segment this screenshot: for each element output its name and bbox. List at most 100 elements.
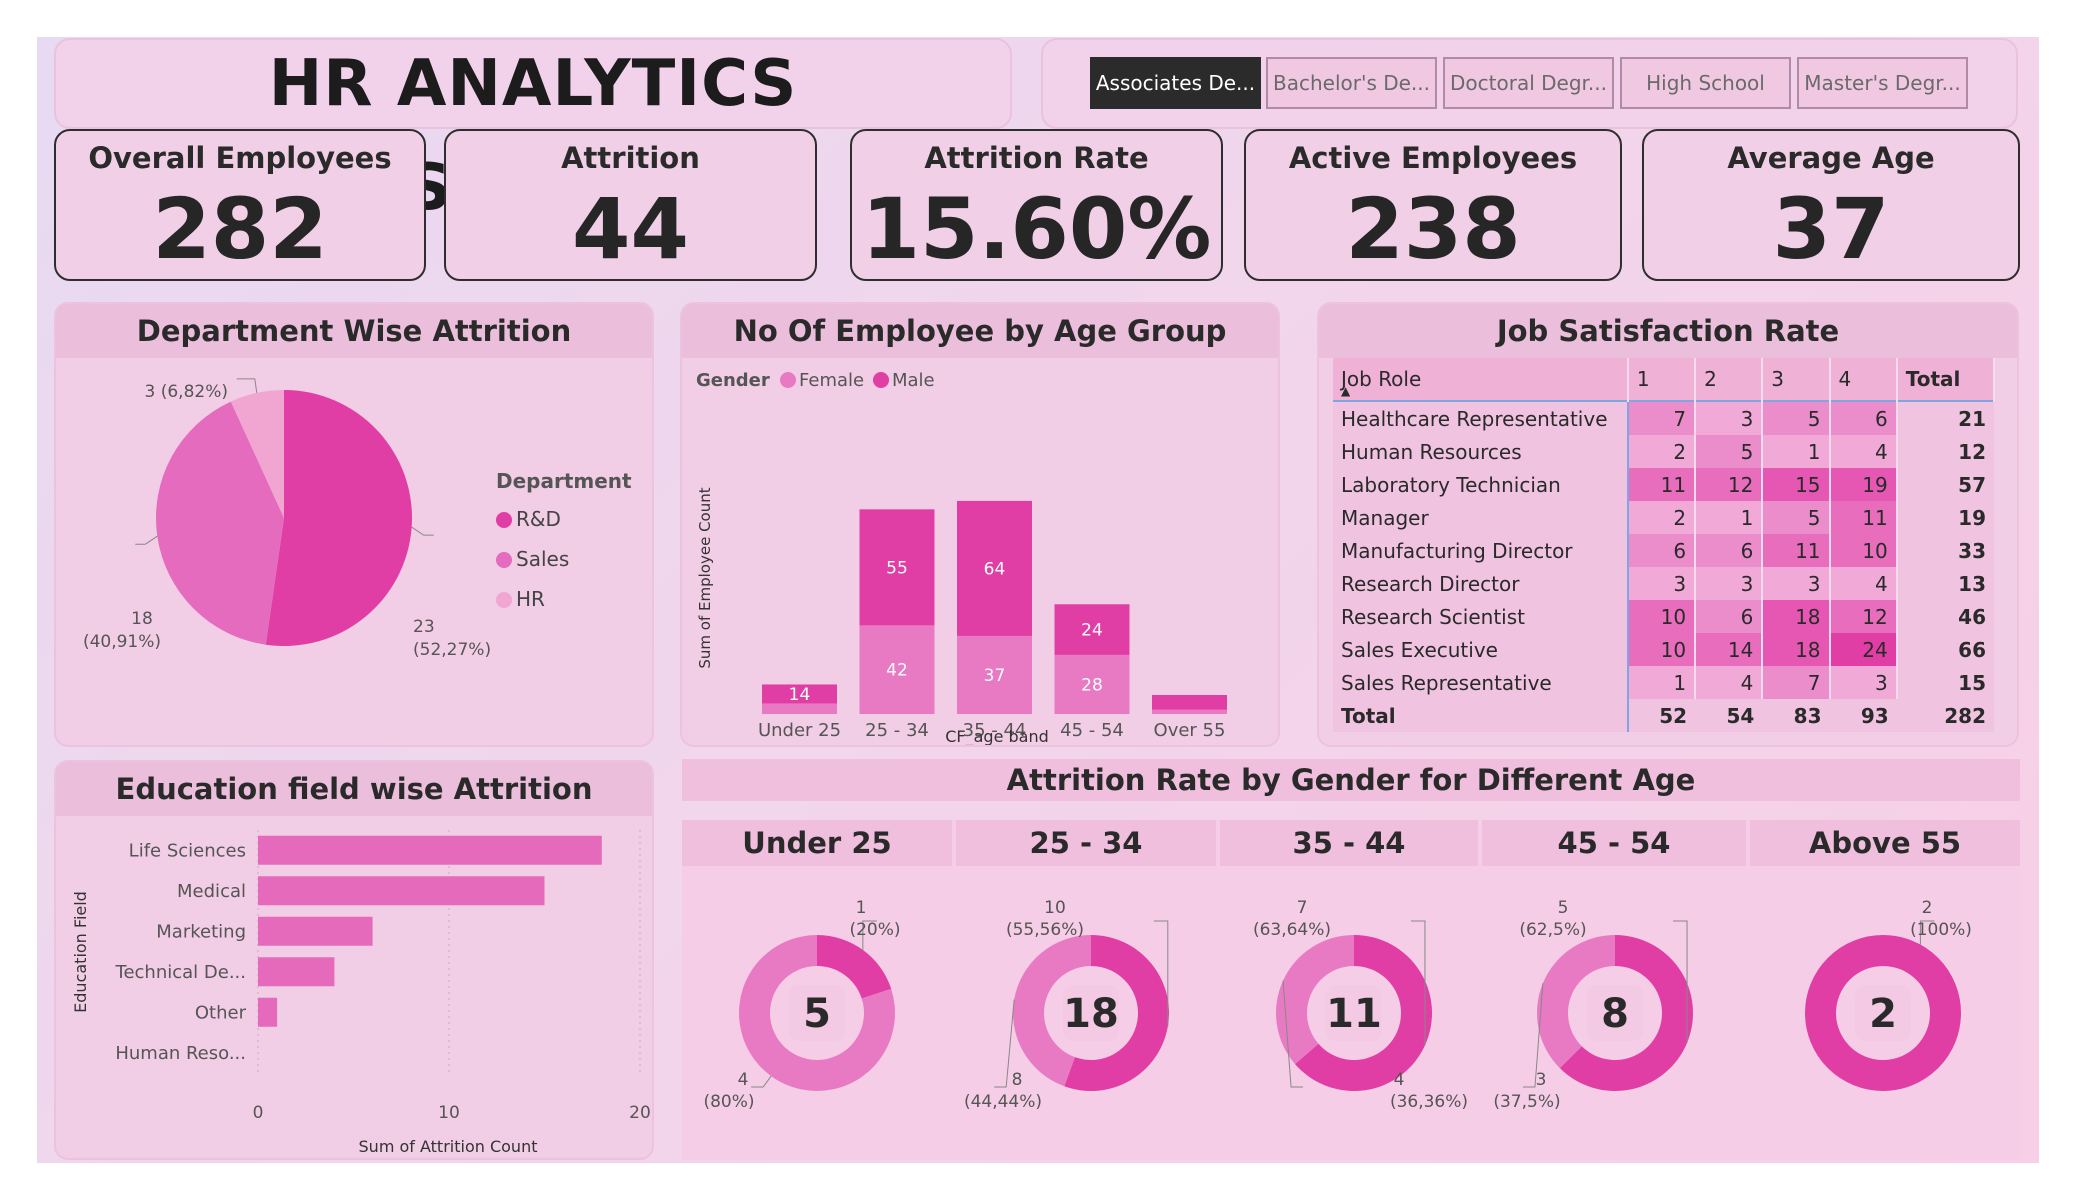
education-slicer: Associates De... Bachelor's De... Doctor… (1041, 38, 2018, 129)
legend-item-female[interactable]: Female (799, 370, 864, 391)
slicer-option-associates[interactable]: Associates De... (1090, 57, 1261, 109)
pie-slice-rd[interactable] (265, 390, 412, 646)
pie-data-label: 3 (6,82%) (145, 382, 229, 402)
satisfaction-cell: 6 (1695, 600, 1764, 633)
legend-item[interactable]: HR (516, 587, 545, 611)
satisfaction-cell: 4 (1695, 666, 1764, 699)
panel-title: Job Satisfaction Rate (1319, 304, 2017, 358)
legend-item-male[interactable]: Male (892, 370, 935, 391)
pie-data-label: 18 (131, 609, 153, 629)
row-total-cell: 46 (1896, 600, 1994, 633)
satisfaction-cell: 11 (1829, 501, 1898, 534)
table-row[interactable]: Human Resources 2 5 1 4 12 (1333, 435, 1994, 468)
bar-data-label: 28 (1081, 675, 1103, 695)
bar-data-label: 64 (984, 559, 1006, 579)
column-header-3[interactable]: 3 (1762, 358, 1831, 401)
table-row[interactable]: Healthcare Representative 7 3 5 6 21 (1333, 401, 1994, 435)
legend-title: Gender (696, 370, 770, 391)
table-row[interactable]: Sales Representative 1 4 7 3 15 (1333, 666, 1994, 699)
table-row[interactable]: Research Scientist 10 6 18 12 46 (1333, 600, 1994, 633)
column-total-cell: 54 (1695, 699, 1763, 732)
edu-bar-2[interactable] (258, 916, 373, 946)
satisfaction-cell: 10 (1627, 633, 1697, 666)
gender-age-panel: 5 1 (20%) 4 (80%) 18 10 (55,56%) 8 (44,44%) 11 7 (63… (682, 820, 2020, 1160)
edu-bar-0[interactable] (258, 835, 602, 865)
y-tick-label: Technical De... (115, 962, 246, 983)
donut-data-label: (44,44%) (964, 1092, 1042, 1112)
donut-data-label: 4 (1394, 1070, 1405, 1090)
slicer-option-high-school[interactable]: High School (1620, 57, 1791, 109)
legend-item[interactable]: R&D (516, 507, 561, 531)
table-row[interactable]: Sales Executive 10 14 18 24 66 (1333, 633, 1994, 666)
bar-female-0[interactable] (762, 703, 837, 714)
job-role-cell: Laboratory Technician (1333, 468, 1629, 501)
column-header-job-role[interactable]: Job Role ▲ (1333, 358, 1629, 401)
edu-bar-3[interactable] (258, 957, 335, 987)
satisfaction-cell: 3 (1627, 567, 1697, 600)
donut-center-value: 11 (1326, 991, 1382, 1037)
department-pie-svg: 23 (52,27%) 18 (40,91%) 3 (6,82%) Department… (83, 378, 632, 660)
table-row[interactable]: Manufacturing Director 6 6 11 10 33 (1333, 534, 1994, 567)
column-header-1[interactable]: 1 (1627, 358, 1697, 401)
edu-bar-4[interactable] (258, 997, 278, 1027)
sort-asc-icon: ▲ (1341, 384, 1351, 398)
y-axis-label: Sum of Employee Count (696, 487, 714, 668)
job-satisfaction-panel: Job Satisfaction Rate Job Role ▲ 1 2 3 4 … (1317, 302, 2019, 747)
row-total-cell: 66 (1896, 633, 1994, 666)
bar-male-4[interactable] (1152, 695, 1227, 710)
x-tick-label: 25 - 34 (865, 720, 929, 741)
column-header-4[interactable]: 4 (1829, 358, 1898, 401)
satisfaction-cell: 5 (1762, 501, 1831, 534)
row-total-cell: 15 (1896, 666, 1994, 699)
row-total-cell: 57 (1896, 468, 1994, 501)
total-label-cell: Total (1333, 699, 1629, 732)
kpi-attrition: Attrition 44 (444, 129, 817, 281)
table-row[interactable]: Laboratory Technician 11 12 15 19 57 (1333, 468, 1994, 501)
title-box: HR ANALYTICS DASHBOARD (54, 38, 1012, 225)
satisfaction-cell: 5 (1695, 435, 1764, 468)
donut-center-value: 18 (1063, 991, 1119, 1037)
bar-data-label: 55 (886, 558, 908, 578)
gender-age-title: Attrition Rate by Gender for Different A… (682, 759, 2020, 801)
leader-line (411, 526, 434, 536)
donut-data-label: (36,36%) (1390, 1092, 1468, 1112)
legend-item[interactable]: Sales (516, 547, 569, 571)
column-total-cell: 83 (1762, 699, 1830, 732)
y-tick-label: Life Sciences (129, 840, 246, 861)
donut-data-label: (55,56%) (1006, 920, 1084, 940)
column-total-cell: 282 (1896, 699, 1994, 732)
bar-female-4[interactable] (1152, 709, 1227, 714)
satisfaction-cell: 4 (1829, 435, 1898, 468)
x-axis-label: CF_age band (945, 727, 1049, 747)
edu-bar-1[interactable] (258, 876, 545, 906)
donut-data-label: (62,5%) (1519, 920, 1586, 940)
donut-data-label: (20%) (849, 920, 900, 940)
age-group-header: 25 - 34 (956, 820, 1216, 866)
pie-data-label: 23 (413, 617, 435, 637)
satisfaction-cell: 12 (1829, 600, 1898, 633)
age-group-svg: Gender Female Male 14 Under 25 42 55 25 - 34 3… (696, 370, 1227, 747)
job-role-cell: Research Director (1333, 567, 1629, 600)
age-group-header: 45 - 54 (1482, 820, 1746, 866)
kpi-label: Active Employees (1288, 141, 1578, 175)
satisfaction-cell: 5 (1762, 401, 1831, 435)
leader-line (135, 535, 158, 545)
slicer-option-bachelors[interactable]: Bachelor's De... (1266, 57, 1437, 109)
education-attrition-panel: Education field wise Attrition 0 10 20 Lif… (54, 760, 654, 1160)
column-header-total[interactable]: Total (1896, 358, 1996, 401)
table-row[interactable]: Research Director 3 3 3 4 13 (1333, 567, 1994, 600)
satisfaction-cell: 14 (1695, 633, 1764, 666)
donut-center-value: 8 (1601, 991, 1629, 1037)
y-tick-label: Human Reso... (115, 1043, 246, 1064)
column-header-2[interactable]: 2 (1695, 358, 1764, 401)
donut-data-label: 2 (1922, 898, 1933, 918)
job-role-cell: Healthcare Representative (1333, 401, 1629, 435)
donut-data-label: (63,64%) (1253, 920, 1331, 940)
slicer-option-doctoral[interactable]: Doctoral Degr... (1443, 57, 1614, 109)
donut-data-label: 4 (738, 1070, 749, 1090)
panel-title: Department Wise Attrition (56, 304, 652, 358)
kpi-label: Overall Employees (88, 141, 392, 175)
x-tick-label: Over 55 (1154, 720, 1226, 741)
table-row[interactable]: Manager 2 1 5 11 19 (1333, 501, 1994, 534)
slicer-option-masters[interactable]: Master's Degr... (1797, 57, 1968, 109)
